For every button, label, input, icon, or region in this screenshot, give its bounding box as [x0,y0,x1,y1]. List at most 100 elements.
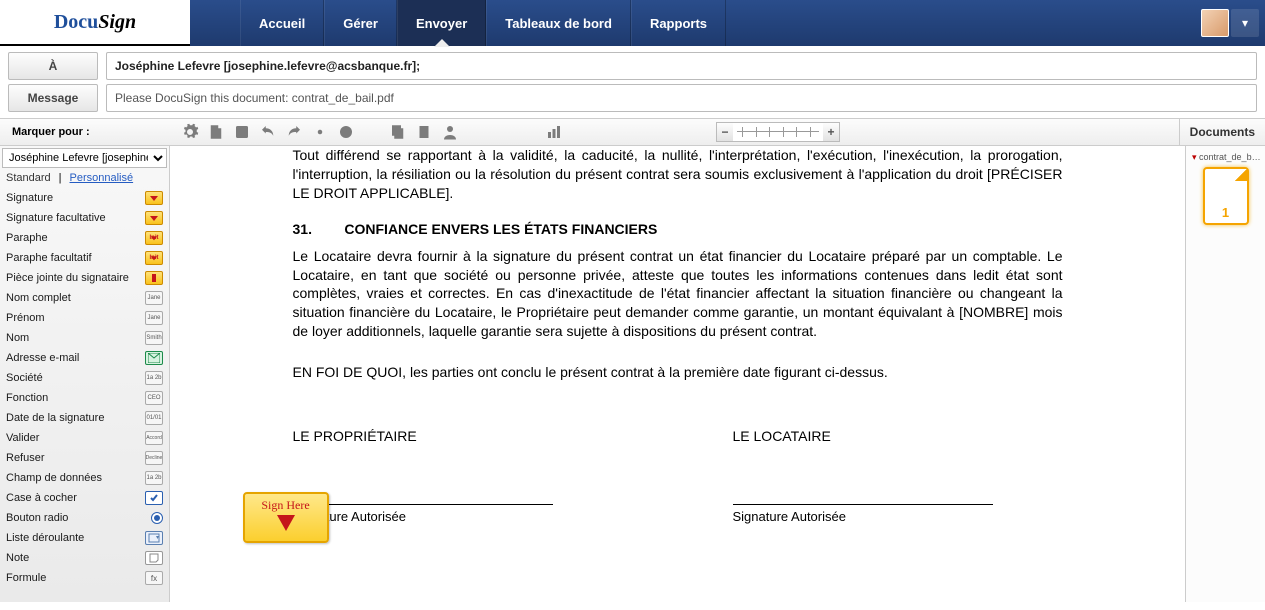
fields-panel: Joséphine Lefevre [josephine.lefevre@acs… [0,146,170,602]
field-valider[interactable]: ValiderAccord [0,428,169,448]
field-soci-t-[interactable]: Société1a 2b [0,368,169,388]
field-pr-nom[interactable]: PrénomJane [0,308,169,328]
field-label: Case à cocher [6,492,77,504]
zoom-slider[interactable] [733,123,823,141]
field-label: Valider [6,432,39,444]
field-nom-complet[interactable]: Nom completJane [0,288,169,308]
document-name[interactable]: contrat_de_b… [1190,150,1261,167]
sig-right-line: Signature Autorisée [733,504,993,524]
sig-right-title: LE LOCATAIRE [733,428,1063,444]
field-pi-ce-jointe-du-signataire[interactable]: Pièce jointe du signataire [0,268,169,288]
document-page: Tout différend se rapportant à la validi… [243,146,1113,524]
doc-para-top: Tout différend se rapportant à la validi… [293,146,1063,203]
tab-personnalise[interactable]: Personnalisé [70,172,134,184]
field-formule[interactable]: Formulefx [0,568,169,588]
field-label: Date de la signature [6,412,104,424]
field-label: Nom [6,332,29,344]
user-icon[interactable] [438,121,462,143]
toolbar: Marquer pour : − + Documents [0,118,1265,146]
align-right-icon[interactable] [516,121,540,143]
paste-icon[interactable] [412,121,436,143]
field-label: Note [6,552,29,564]
field-label: Adresse e-mail [6,352,79,364]
zoom-in-button[interactable]: + [823,123,839,141]
top-nav: DocuSign Accueil Gérer Envoyer Tableaux … [0,0,1265,46]
stamp-icon[interactable] [230,121,254,143]
documents-panel: contrat_de_b… 1 [1185,146,1265,602]
gear2-icon[interactable] [308,121,332,143]
field-label: Signature facultative [6,212,106,224]
nav-gerer[interactable]: Gérer [324,0,397,46]
section-title: CONFIANCE ENVERS LES ÉTATS FINANCIERS [344,221,657,237]
field-label: Bouton radio [6,512,68,524]
gear1-icon[interactable] [178,121,202,143]
field-paraphe[interactable]: ParapheInit [0,228,169,248]
marquer-label: Marquer pour : [0,126,168,138]
field-signature-facultative[interactable]: Signature facultative [0,208,169,228]
nav-tableaux[interactable]: Tableaux de bord [486,0,631,46]
nav-envoyer[interactable]: Envoyer [397,0,486,46]
workspace: Joséphine Lefevre [josephine.lefevre@acs… [0,146,1265,602]
to-button[interactable]: À [8,52,98,80]
zoom-control: − + [716,122,840,142]
nav-rapports[interactable]: Rapports [631,0,726,46]
documents-label[interactable]: Documents [1179,119,1265,145]
zoom-out-button[interactable]: − [717,123,733,141]
down-arrow-icon [277,515,295,531]
field-label: Société [6,372,43,384]
chart-icon[interactable] [542,121,566,143]
field-liste-d-roulante[interactable]: Liste déroulante [0,528,169,548]
subject-input[interactable] [106,84,1257,112]
field-nom[interactable]: NomSmith [0,328,169,348]
to-input[interactable] [106,52,1257,80]
field-adresse-e-mail[interactable]: Adresse e-mail [0,348,169,368]
field-refuser[interactable]: RefuserDecline [0,448,169,468]
field-label: Prénom [6,312,45,324]
sig-left-line: Signature Autorisée [293,504,553,524]
align-left-icon[interactable] [464,121,488,143]
field-note[interactable]: Note [0,548,169,568]
field-label: Liste déroulante [6,532,84,544]
field-label: Paraphe [6,232,48,244]
tab-standard[interactable]: Standard [6,172,51,184]
field-label: Pièce jointe du signataire [6,272,129,284]
doc-section-heading: 31. CONFIANCE ENVERS LES ÉTATS FINANCIER… [293,221,1063,237]
toolbar-icons [168,121,566,143]
signature-row: LE PROPRIÉTAIRE Signature Autorisée LE L… [293,428,1063,524]
field-champ-de-donn-es[interactable]: Champ de données1a 2b [0,468,169,488]
copy-icon[interactable] [386,121,410,143]
field-signature[interactable]: Signature [0,188,169,208]
field-date-de-la-signature[interactable]: Date de la signature01/01 [0,408,169,428]
page-icon[interactable] [204,121,228,143]
undo-icon[interactable] [256,121,280,143]
redo-icon[interactable] [282,121,306,143]
message-row: Message [0,80,1265,112]
document-viewer[interactable]: Tout différend se rapportant à la validi… [170,146,1185,602]
field-bouton-radio[interactable]: Bouton radio [0,508,169,528]
sign-here-tag[interactable]: Sign Here [243,492,329,543]
field-paraphe-facultatif[interactable]: Paraphe facultatifInit [0,248,169,268]
user-menu: ▾ [1195,0,1265,46]
chevron-down-icon: ▾ [1242,16,1248,30]
signature-col-right: LE LOCATAIRE Signature Autorisée [733,428,1063,524]
field-label: Paraphe facultatif [6,252,92,264]
sign-here-label: Sign Here [255,498,317,513]
list-icon[interactable] [360,121,384,143]
field-case-cocher[interactable]: Case à cocher [0,488,169,508]
user-dropdown[interactable]: ▾ [1231,9,1259,37]
gear3-icon[interactable] [334,121,358,143]
avatar[interactable] [1201,9,1229,37]
document-thumbnail[interactable]: 1 [1203,167,1249,225]
nav-accueil[interactable]: Accueil [240,0,324,46]
to-row: À [0,46,1265,80]
message-button[interactable]: Message [8,84,98,112]
align-center-icon[interactable] [490,121,514,143]
field-list: Signature Signature facultative ParapheIni… [0,188,169,602]
logo-part1: Docu [54,11,98,34]
recipient-select[interactable]: Joséphine Lefevre [josephine.lefevre@acs… [2,148,167,168]
field-label: Formule [6,572,46,584]
doc-witness: EN FOI DE QUOI, les parties ont conclu l… [293,363,1063,382]
field-fonction[interactable]: FonctionCEO [0,388,169,408]
field-label: Champ de données [6,472,102,484]
doc-section-body: Le Locataire devra fournir à la signatur… [293,247,1063,341]
